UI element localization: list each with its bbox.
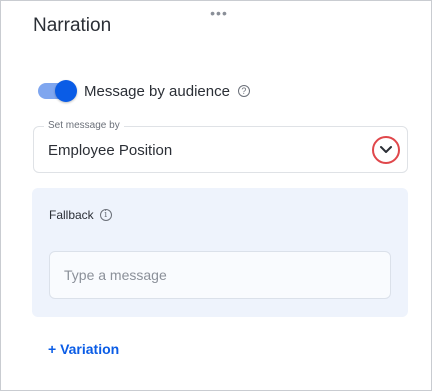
select-value: Employee Position [48, 142, 173, 159]
audience-toggle-label: Message by audience [84, 82, 230, 100]
select-legend: Set message by [44, 120, 124, 131]
audience-toggle[interactable] [38, 80, 77, 102]
dropdown-toggle-button[interactable] [372, 136, 400, 164]
toggle-knob[interactable] [55, 80, 77, 102]
chevron-down-icon [380, 146, 392, 153]
fallback-card: Fallback i [32, 188, 408, 317]
question-circle-icon[interactable]: ? [237, 85, 250, 97]
fallback-label: Fallback [49, 208, 94, 222]
narration-panel: ••• Narration Message by audience ? Set … [0, 0, 432, 391]
audience-toggle-row: Message by audience ? [38, 80, 250, 102]
add-variation-button[interactable]: + Variation [48, 341, 119, 357]
fallback-message-input[interactable] [49, 251, 391, 299]
info-circle-icon[interactable]: i [99, 209, 112, 221]
more-horizontal-icon[interactable]: ••• [206, 6, 232, 20]
panel-title: Narration [33, 15, 112, 36]
set-message-by-select[interactable]: Set message by Employee Position [33, 120, 408, 173]
fallback-header: Fallback i [49, 208, 112, 222]
